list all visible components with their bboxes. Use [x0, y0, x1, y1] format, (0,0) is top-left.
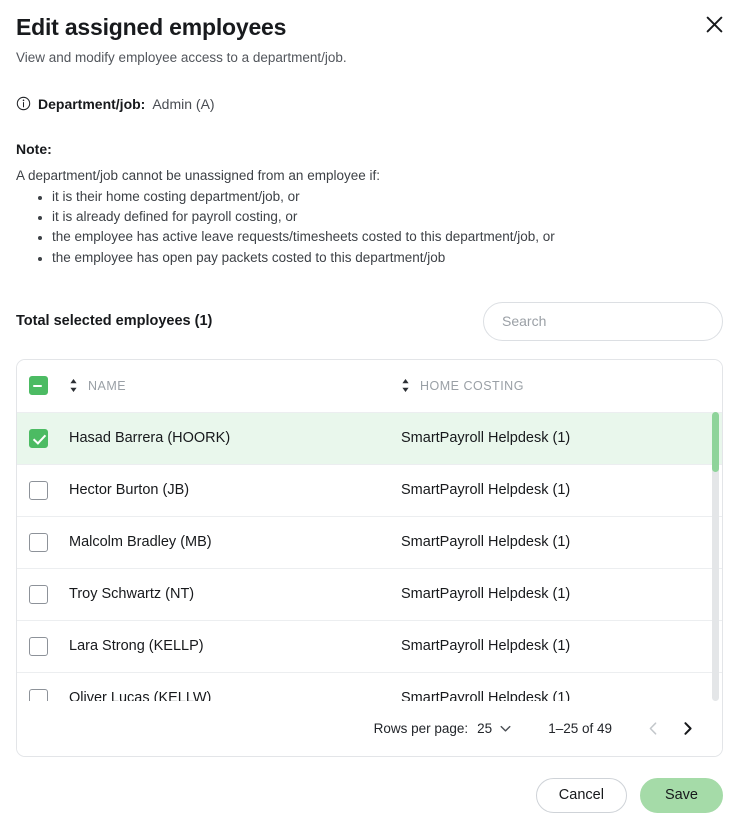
pagination-range: 1–25 of 49 — [548, 721, 612, 737]
sort-icon[interactable] — [69, 378, 78, 393]
select-all-cell — [29, 376, 69, 396]
cell-home-costing: SmartPayroll Helpdesk (1) — [401, 586, 571, 603]
department-job-label: Department/job: — [38, 95, 146, 112]
cell-name: Troy Schwartz (NT) — [69, 586, 195, 603]
row-select-cell — [29, 532, 69, 552]
row-select-cell — [29, 584, 69, 604]
pagination-bar: Rows per page: 25 1–25 of 49 — [17, 700, 722, 756]
table-body: Hasad Barrera (HOORK) SmartPayroll Helpd… — [17, 411, 722, 701]
cancel-button[interactable]: Cancel — [535, 778, 627, 813]
column-header-name[interactable]: NAME — [69, 378, 401, 393]
note-list: it is their home costing department/job,… — [16, 187, 723, 268]
chevron-right-icon — [683, 722, 692, 736]
table-toolbar: Total selected employees (1) — [0, 301, 739, 341]
row-checkbox[interactable] — [29, 480, 48, 500]
cell-name: Hasad Barrera (HOORK) — [69, 430, 231, 447]
edit-assigned-employees-dialog: Edit assigned employees View and modify … — [0, 0, 739, 822]
table-row[interactable]: Lara Strong (KELLP) SmartPayroll Helpdes… — [17, 619, 722, 672]
total-selected-label: Total selected employees (1) — [16, 313, 213, 330]
department-job-value: Admin (A) — [152, 95, 215, 112]
chevron-left-icon — [649, 722, 656, 735]
column-header-home-costing[interactable]: HOME COSTING — [401, 378, 712, 393]
rows-per-page-label: Rows per page: — [373, 721, 469, 737]
close-icon[interactable] — [699, 9, 729, 39]
dialog-subtitle: View and modify employee access to a dep… — [16, 50, 347, 66]
info-icon — [16, 97, 31, 111]
row-select-cell — [29, 636, 69, 656]
column-header-home-costing-label: HOME COSTING — [420, 378, 524, 393]
chevron-down-icon — [500, 726, 511, 732]
cell-home-costing: SmartPayroll Helpdesk (1) — [401, 638, 571, 655]
next-page-button[interactable] — [670, 712, 704, 746]
cell-home-costing: SmartPayroll Helpdesk (1) — [401, 534, 571, 551]
table-header-row: NAME HOME COSTING — [17, 359, 722, 412]
table-row[interactable]: Troy Schwartz (NT) SmartPayroll Helpdesk… — [17, 567, 722, 620]
sort-icon[interactable] — [401, 378, 410, 393]
department-job-row: Department/job: Admin (A) — [0, 96, 739, 112]
note-list-item: the employee has active leave requests/t… — [52, 227, 723, 247]
cell-home-costing: SmartPayroll Helpdesk (1) — [401, 430, 571, 447]
previous-page-button[interactable] — [636, 712, 670, 746]
row-checkbox[interactable] — [29, 636, 48, 656]
rows-per-page-select[interactable]: 25 — [477, 721, 512, 736]
employees-table: NAME HOME COSTING Hasad Barrera (HOORK) … — [16, 358, 723, 757]
cell-home-costing: SmartPayroll Helpdesk (1) — [401, 690, 571, 701]
row-checkbox[interactable] — [29, 688, 48, 701]
table-row[interactable]: Malcolm Bradley (MB) SmartPayroll Helpde… — [17, 515, 722, 568]
row-checkbox[interactable] — [29, 584, 48, 604]
row-select-cell — [29, 428, 69, 448]
table-row[interactable]: Hasad Barrera (HOORK) SmartPayroll Helpd… — [17, 411, 722, 464]
row-checkbox[interactable] — [29, 428, 48, 448]
cell-name: Malcolm Bradley (MB) — [69, 534, 212, 551]
cell-home-costing: SmartPayroll Helpdesk (1) — [401, 482, 571, 499]
cell-name: Lara Strong (KELLP) — [69, 638, 204, 655]
row-select-cell — [29, 480, 69, 500]
table-scrollbar-track[interactable] — [712, 411, 719, 701]
row-select-cell — [29, 688, 69, 701]
save-button[interactable]: Save — [639, 778, 723, 813]
note-heading: Note: — [16, 140, 52, 157]
table-row[interactable]: Hector Burton (JB) SmartPayroll Helpdesk… — [17, 463, 722, 516]
note-list-item: it is already defined for payroll costin… — [52, 207, 723, 227]
select-all-checkbox[interactable] — [29, 376, 48, 396]
table-scrollbar-thumb[interactable] — [712, 411, 719, 472]
note-section: Note: A department/job cannot be unassig… — [0, 141, 739, 268]
note-list-item: it is their home costing department/job,… — [52, 187, 723, 207]
note-list-item: the employee has open pay packets costed… — [52, 248, 723, 268]
rows-per-page-value: 25 — [477, 721, 493, 737]
cell-name: Oliver Lucas (KELLW) — [69, 690, 212, 701]
search-input[interactable] — [483, 301, 723, 341]
dialog-header: Edit assigned employees View and modify … — [0, 0, 739, 67]
note-lead-text: A department/job cannot be unassigned fr… — [16, 167, 380, 183]
dialog-footer: Cancel Save — [535, 778, 723, 813]
column-header-name-label: NAME — [88, 378, 127, 393]
cell-name: Hector Burton (JB) — [69, 482, 190, 499]
page-title: Edit assigned employees — [16, 14, 287, 40]
table-row[interactable]: Oliver Lucas (KELLW) SmartPayroll Helpde… — [17, 671, 722, 701]
row-checkbox[interactable] — [29, 532, 48, 552]
